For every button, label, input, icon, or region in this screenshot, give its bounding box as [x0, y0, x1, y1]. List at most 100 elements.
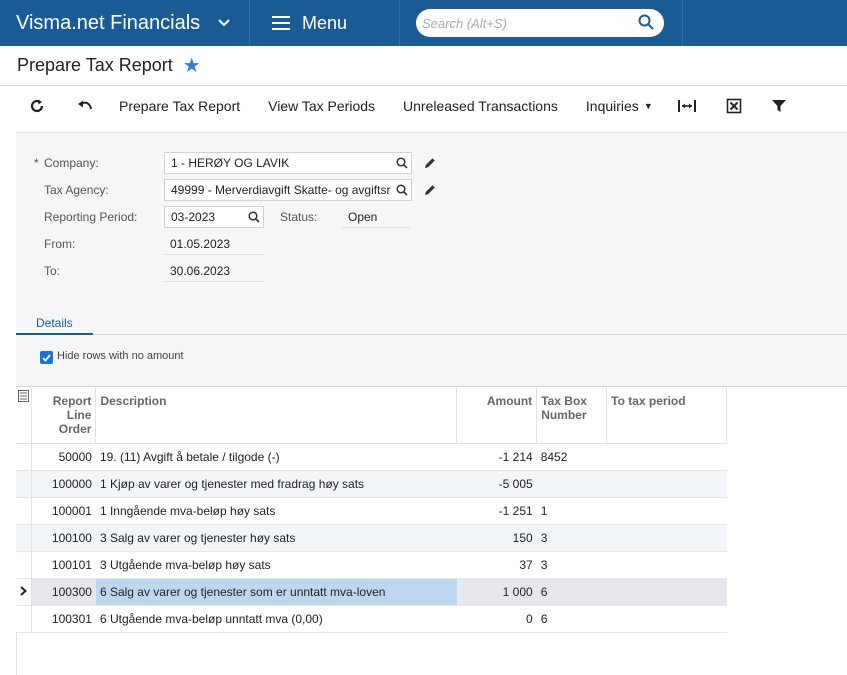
top-bar: Visma.net Financials Menu [0, 0, 847, 46]
cell-amount: 37 [456, 551, 537, 579]
view-tax-periods-button[interactable]: View Tax Periods [254, 86, 389, 126]
company-value: 1 - HERØY OG LAVIK [171, 156, 290, 170]
to-label: To: [44, 264, 61, 278]
prepare-tax-report-button[interactable]: Prepare Tax Report [105, 86, 254, 126]
cell-amount: -1 251 [456, 497, 537, 525]
inquiries-label: Inquiries [585, 98, 639, 114]
cell-description: 1 Kjøp av varer og tjenester med fradrag… [95, 470, 457, 498]
header-tax-box-number[interactable]: Tax Box Number [536, 388, 608, 444]
cell-to-tax-period [606, 605, 727, 633]
table-row-selected[interactable]: 100300 6 Salg av varer og tjenester som … [16, 578, 727, 606]
cell-order: 100100 [31, 524, 96, 552]
status-value: Open [342, 206, 410, 228]
cell-to-tax-period [606, 443, 727, 471]
hide-rows-checkbox[interactable] [40, 351, 53, 364]
menu-button[interactable]: Menu [250, 0, 400, 46]
table-row[interactable]: 100001 1 Inngående mva-beløp høy sats -1… [16, 497, 727, 525]
cell-tax-box [536, 470, 607, 498]
fit-to-screen-icon[interactable] [667, 86, 707, 126]
required-mark: * [34, 156, 39, 170]
to-value: 30.06.2023 [164, 260, 264, 282]
cell-order: 100301 [31, 605, 96, 633]
tab-details[interactable]: Details [16, 312, 93, 335]
search-icon[interactable] [393, 157, 411, 169]
caret-down-icon: ▼ [643, 101, 653, 111]
table-row[interactable]: 100000 1 Kjøp av varer og tjenester med … [16, 470, 727, 498]
cell-amount: -5 005 [456, 470, 537, 498]
search-icon[interactable] [393, 184, 411, 196]
cell-description: 3 Salg av varer og tjenester høy sats [95, 524, 457, 552]
cell-amount: 150 [456, 524, 537, 552]
edit-tax-agency-icon[interactable] [422, 182, 438, 198]
cell-tax-box: 1 [536, 497, 607, 525]
header-description[interactable]: Description [95, 388, 458, 444]
brand-name: Visma.net Financials [16, 11, 201, 34]
table-row[interactable]: 100301 6 Utgående mva-beløp unntatt mva … [16, 605, 727, 633]
cell-amount: -1 214 [456, 443, 537, 471]
undo-icon[interactable] [65, 86, 105, 126]
cell-order: 50000 [31, 443, 96, 471]
column-settings-icon[interactable] [16, 388, 33, 444]
cell-to-tax-period [606, 578, 727, 606]
tax-agency-label: Tax Agency: [44, 183, 109, 197]
cell-tax-box: 8452 [536, 443, 607, 471]
grid-filter-bar: Hide rows with no amount [16, 335, 847, 387]
row-indicator [16, 524, 33, 552]
search-icon[interactable] [638, 14, 654, 33]
edit-company-icon[interactable] [422, 155, 438, 171]
cell-tax-box: 3 [536, 551, 607, 579]
hamburger-icon [272, 16, 290, 30]
menu-label: Menu [302, 12, 348, 33]
company-field[interactable]: 1 - HERØY OG LAVIK [164, 152, 412, 174]
cell-order: 100300 [31, 578, 96, 606]
hide-rows-label: Hide rows with no amount [57, 350, 184, 362]
export-excel-icon[interactable] [714, 86, 754, 126]
toolbar: Prepare Tax Report View Tax Periods Unre… [0, 86, 847, 126]
search-input[interactable] [422, 15, 638, 31]
chevron-down-icon [218, 14, 230, 32]
cell-description: 1 Inngående mva-beløp høy sats [95, 497, 457, 525]
reporting-period-field[interactable]: 03-2023 [164, 206, 264, 228]
cell-description: 19. (11) Avgift å betale / tilgode (-) [95, 443, 457, 471]
cell-order: 100000 [31, 470, 96, 498]
cell-description: 6 Utgående mva-beløp unntatt mva (0,00) [95, 605, 457, 633]
inquiries-menu[interactable]: Inquiries ▼ [572, 86, 667, 126]
header-report-line-order[interactable]: Report Line Order [31, 388, 97, 444]
row-indicator [16, 605, 33, 633]
cell-tax-box: 6 [536, 578, 607, 606]
header-to-tax-period[interactable]: To tax period [606, 388, 727, 444]
reporting-period-label: Reporting Period: [44, 210, 138, 224]
header-amount[interactable]: Amount [456, 388, 538, 444]
cell-amount: 0 [456, 605, 537, 633]
refresh-icon[interactable] [17, 86, 57, 126]
tax-agency-field[interactable]: 49999 - Merverdiavgift Skatte- og avgift… [164, 179, 412, 201]
table-row[interactable]: 100100 3 Salg av varer og tjenester høy … [16, 524, 727, 552]
row-indicator [16, 551, 33, 579]
cell-order: 100001 [31, 497, 96, 525]
search-icon[interactable] [245, 211, 263, 223]
cell-tax-box: 3 [536, 524, 607, 552]
search-box [416, 9, 664, 37]
search-area [400, 0, 683, 46]
page-title: Prepare Tax Report [17, 55, 173, 75]
cell-to-tax-period [606, 551, 727, 579]
filter-icon[interactable] [759, 86, 799, 126]
unreleased-transactions-button[interactable]: Unreleased Transactions [389, 86, 572, 126]
cell-to-tax-period [606, 524, 727, 552]
table-row[interactable]: 100101 3 Utgående mva-beløp høy sats 37 … [16, 551, 727, 579]
from-value: 01.05.2023 [164, 233, 264, 255]
company-label: Company: [44, 156, 99, 170]
tab-bar: Details [16, 312, 847, 335]
brand-switcher[interactable]: Visma.net Financials [0, 0, 250, 46]
tax-report-grid: Report Line Order Description Amount Tax… [16, 388, 727, 633]
row-indicator [16, 443, 33, 471]
table-row[interactable]: 50000 19. (11) Avgift å betale / tilgode… [16, 443, 727, 471]
favorite-star-icon[interactable]: ★ [183, 56, 201, 76]
left-border [16, 632, 17, 675]
cell-description[interactable]: 6 Salg av varer og tjenester som er unnt… [95, 578, 457, 606]
cell-tax-box: 6 [536, 605, 607, 633]
row-indicator [16, 497, 33, 525]
row-pointer-icon [16, 578, 33, 606]
cell-to-tax-period [606, 497, 727, 525]
tax-agency-value: 49999 - Merverdiavgift Skatte- og avgift… [171, 183, 391, 197]
